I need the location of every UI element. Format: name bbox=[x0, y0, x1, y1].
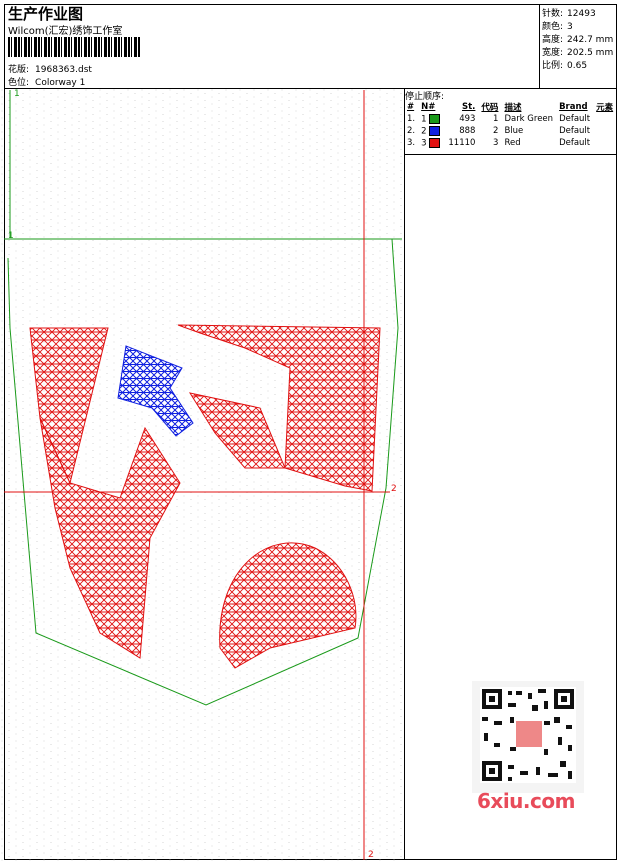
col-header: N# bbox=[421, 102, 436, 112]
marker-left: 1 bbox=[8, 231, 14, 241]
stops-bottom-line bbox=[404, 154, 617, 155]
needle-number: 3 bbox=[421, 138, 427, 149]
row-brand: Default bbox=[559, 126, 591, 136]
color-swatch bbox=[429, 125, 441, 136]
col-header: Brand bbox=[559, 102, 588, 112]
stop-sequence-table: # N# St. 代码 描述 Brand 元素 1. 1 493 1 Dark … bbox=[404, 101, 616, 149]
color-swatch bbox=[429, 113, 441, 124]
stat-stitches: 针数: 12493 bbox=[542, 6, 596, 19]
row-description: Blue bbox=[504, 126, 524, 136]
stat-colors: 颜色: 3 bbox=[542, 19, 573, 32]
row-code: 3 bbox=[493, 138, 499, 148]
row-index: 2. bbox=[407, 126, 416, 136]
stat-value: 242.7 mm bbox=[567, 35, 614, 45]
stat-label: 高度: bbox=[542, 35, 564, 45]
barcode-image bbox=[8, 37, 141, 57]
stat-width: 宽度: 202.5 mm bbox=[542, 45, 613, 58]
row-stitches: 11110 bbox=[448, 138, 476, 148]
table-header-row: # N# St. 代码 描述 Brand 元素 bbox=[404, 101, 616, 113]
needle-number: 1 bbox=[421, 114, 427, 125]
row-stitches: 493 bbox=[459, 114, 476, 124]
row-element bbox=[593, 137, 616, 149]
row-index: 3. bbox=[407, 138, 416, 148]
row-description: Dark Green bbox=[504, 114, 554, 124]
marker-top-left: 1 bbox=[14, 89, 20, 99]
marker-bottom: 2 bbox=[368, 850, 374, 860]
col-header: 描述 bbox=[504, 103, 522, 113]
row-needle: 2 bbox=[418, 125, 445, 137]
page-title: 生产作业图 bbox=[8, 5, 84, 23]
watermark-text: 6xiu.com bbox=[477, 789, 575, 813]
row-element bbox=[593, 113, 616, 125]
stat-value: 12493 bbox=[567, 9, 596, 19]
panel-divider bbox=[404, 88, 405, 860]
col-header: 元素 bbox=[596, 103, 614, 113]
stat-height: 高度: 242.7 mm bbox=[542, 32, 613, 45]
stat-value: 0.65 bbox=[567, 61, 588, 71]
row-brand: Default bbox=[559, 138, 591, 148]
embroidery-design-area: 1 1 2 2 bbox=[0, 88, 404, 861]
company-name: Wilcom(汇宏)绣饰工作室 bbox=[8, 26, 123, 37]
stat-label: 比例: bbox=[542, 61, 564, 71]
design-file-value: 1968363.dst bbox=[35, 65, 92, 75]
row-index: 1. bbox=[407, 114, 416, 124]
production-sheet: 生产作业图 Wilcom(汇宏)绣饰工作室 花版: 1968363.dst 色位:… bbox=[0, 0, 620, 861]
table-row: 2. 2 888 2 Blue Default bbox=[404, 125, 616, 137]
design-file-row: 花版: 1968363.dst bbox=[8, 62, 92, 75]
colorway-row: 色位: Colorway 1 bbox=[8, 75, 85, 88]
color-swatch bbox=[429, 137, 441, 148]
row-needle: 1 bbox=[418, 113, 445, 125]
colorway-value: Colorway 1 bbox=[35, 78, 86, 88]
row-brand: Default bbox=[559, 114, 591, 124]
stat-value: 3 bbox=[567, 22, 573, 32]
col-header: St. bbox=[462, 102, 476, 112]
qr-code bbox=[472, 681, 584, 793]
stats-divider bbox=[539, 4, 540, 89]
row-stitches: 888 bbox=[459, 126, 476, 136]
row-description: Red bbox=[504, 138, 521, 148]
stat-label: 针数: bbox=[542, 9, 564, 19]
stat-value: 202.5 mm bbox=[567, 48, 614, 58]
table-row: 1. 1 493 1 Dark Green Default bbox=[404, 113, 616, 125]
row-needle: 3 bbox=[418, 137, 445, 149]
embroidery-design-svg: 1 1 2 2 bbox=[0, 88, 404, 861]
qr-code-image bbox=[472, 681, 584, 793]
needle-number: 2 bbox=[421, 126, 427, 137]
row-element bbox=[593, 125, 616, 137]
col-header: # bbox=[407, 102, 415, 112]
row-code: 1 bbox=[493, 114, 499, 124]
stat-scale: 比例: 0.65 bbox=[542, 58, 587, 71]
table-row: 3. 3 11110 3 Red Default bbox=[404, 137, 616, 149]
stat-label: 颜色: bbox=[542, 22, 564, 32]
stat-label: 宽度: bbox=[542, 48, 564, 58]
design-file-label: 花版: bbox=[8, 65, 30, 75]
row-code: 2 bbox=[493, 126, 499, 136]
marker-right: 2 bbox=[391, 484, 397, 494]
col-header: 代码 bbox=[481, 103, 499, 113]
colorway-label: 色位: bbox=[8, 78, 30, 88]
